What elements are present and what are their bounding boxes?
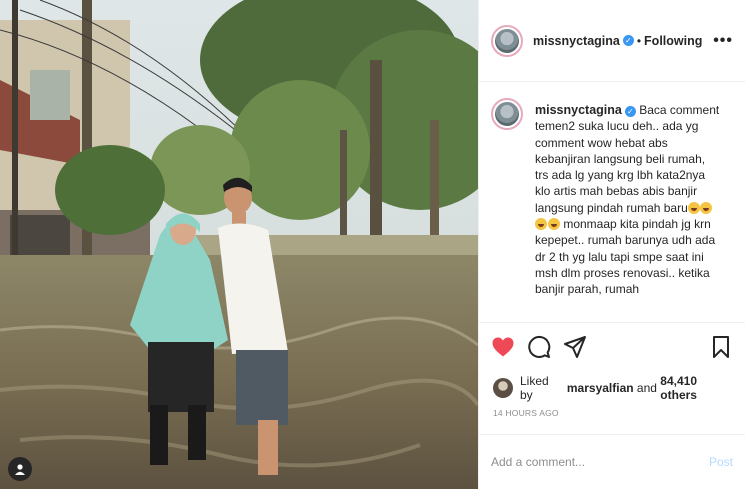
caption-text: missnyctagina ✓ Baca comment temen2 suka … bbox=[535, 102, 721, 322]
likes-prefix: Liked by bbox=[520, 374, 549, 402]
caption-username[interactable]: missnyctagina bbox=[535, 103, 622, 117]
comment-input[interactable] bbox=[491, 455, 709, 469]
grimacing-face-icon bbox=[535, 218, 547, 231]
post-side-panel: missnyctagina ✓ • Following ••• missnyct… bbox=[478, 0, 745, 489]
avatar[interactable] bbox=[491, 24, 523, 57]
post-timestamp[interactable]: 14 HOURS AGO bbox=[493, 408, 559, 418]
liker-avatar[interactable] bbox=[493, 378, 513, 398]
caption-avatar[interactable] bbox=[491, 98, 523, 130]
verified-badge-icon: ✓ bbox=[622, 35, 634, 46]
caption-body: Baca comment temen2 suka lucu deh.. ada … bbox=[535, 103, 720, 215]
paper-plane-icon[interactable] bbox=[563, 335, 587, 359]
grimacing-face-icon bbox=[547, 218, 560, 231]
more-options-icon[interactable]: ••• bbox=[713, 32, 733, 50]
tagged-users-button[interactable] bbox=[8, 457, 32, 481]
caption-section: missnyctagina ✓ Baca comment temen2 suka … bbox=[479, 82, 745, 322]
separator-dot: • bbox=[636, 33, 642, 48]
post-author-username[interactable]: missnyctagina bbox=[533, 34, 620, 48]
grimacing-face-icon bbox=[700, 201, 713, 214]
add-comment-bar: Post bbox=[479, 434, 745, 489]
likes-count[interactable]: 84,410 others bbox=[660, 374, 735, 402]
post-header: missnyctagina ✓ • Following ••• bbox=[479, 0, 745, 82]
post-comment-button[interactable]: Post bbox=[709, 455, 733, 469]
heart-filled-icon[interactable] bbox=[491, 335, 515, 359]
flood-street-photo bbox=[0, 0, 478, 489]
post-actions bbox=[479, 322, 745, 372]
grimacing-face-icon bbox=[687, 201, 700, 214]
likes-connector: and bbox=[636, 381, 657, 395]
liker-username[interactable]: marsyalfian bbox=[567, 381, 634, 395]
following-button[interactable]: Following bbox=[644, 34, 702, 48]
caption-body-continued: monmaap kita pindah jg krn kepepet.. rum… bbox=[535, 217, 716, 297]
post-photo[interactable] bbox=[0, 0, 478, 489]
comment-bubble-icon[interactable] bbox=[527, 335, 551, 359]
likes-summary: Liked by marsyalfian and 84,410 others bbox=[493, 374, 735, 402]
verified-badge-icon: ✓ bbox=[624, 106, 636, 117]
bookmark-icon[interactable] bbox=[709, 335, 733, 359]
user-tag-icon bbox=[15, 464, 25, 475]
